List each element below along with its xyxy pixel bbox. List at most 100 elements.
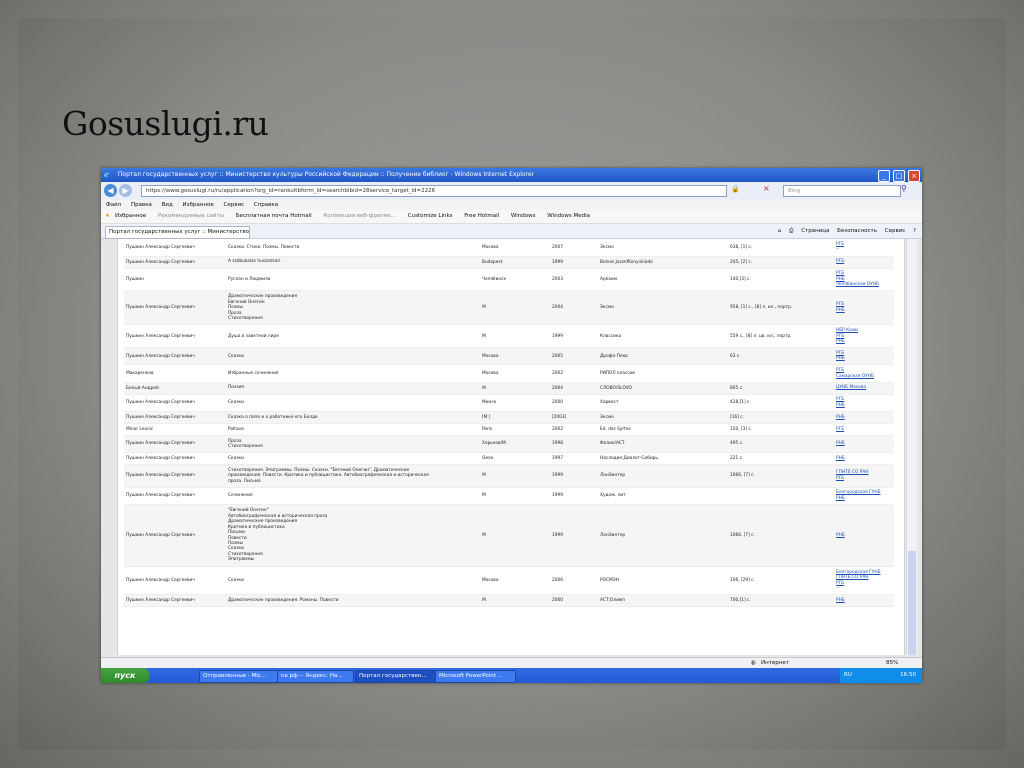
library-link[interactable]: ЦУНБ Москва [836, 385, 892, 391]
library-link[interactable]: РНБ [836, 441, 892, 447]
url-input[interactable]: https://www.gosuslugi.ru/ru/application?… [141, 185, 727, 197]
forward-icon[interactable]: ▶ [119, 184, 132, 197]
menu-view[interactable]: Вид [162, 202, 173, 208]
maximize-icon[interactable]: □ [893, 170, 906, 182]
print-icon[interactable]: ⎙ [789, 228, 793, 234]
cell-author: Пушкин Александр Сергеевич [124, 324, 226, 349]
task-yandex[interactable]: ne рф -- Яндекс: На... [277, 670, 354, 683]
cell-title: Сказки [226, 566, 480, 596]
menu-tools[interactable]: Сервис [224, 202, 245, 208]
menu-help[interactable]: Справка [254, 202, 278, 208]
cell-pages: 205, [2] с. [728, 256, 834, 269]
cell-libraries: РГБ РНБ Челябинская ОУНБ [834, 268, 894, 292]
library-link[interactable]: РНБ [836, 598, 892, 604]
title-line: проза. Письма [228, 478, 261, 484]
close-icon[interactable]: × [908, 170, 920, 182]
task-powerpoint[interactable]: Microsoft PowerPoint ... [435, 670, 516, 683]
title-line: Сказки [228, 578, 244, 583]
fav-windows[interactable]: Windows [511, 213, 536, 219]
cell-place: Челябинск [480, 268, 550, 292]
library-link[interactable]: РНБ [836, 496, 892, 502]
cell-publisher: СЛОВО/SLOVO [598, 382, 728, 395]
fav-hotmail[interactable]: Бесплатная почта Hotmail [236, 213, 312, 219]
favorites-bar: ★ Избранное Рекомендуемые сайты Бесплатна… [101, 210, 922, 224]
library-link[interactable]: РНБ [836, 456, 892, 462]
scrollbar-thumb[interactable] [908, 551, 916, 655]
title-line: Драматические произведения. Романы. Пове… [228, 598, 339, 604]
tray-lang[interactable]: RU [844, 672, 852, 678]
table-row: Пушкин Александр Сергеевич Сказки Москва 20… [124, 566, 894, 596]
cell-publisher: РИПОЛ классик [598, 364, 728, 383]
cell-year: 2002 [550, 364, 598, 383]
library-link[interactable]: Самарская ОУНБ [836, 374, 892, 380]
cell-author: Пушкин Александр Сергеевич [124, 435, 226, 454]
search-icon[interactable]: ⚲ [901, 184, 907, 193]
library-link[interactable]: РГБ [836, 259, 892, 265]
cell-title: Проза Стихотворения [226, 435, 480, 454]
table-row: Пушкин Александр Сергеевич "Евгений Онеги… [124, 504, 894, 568]
cell-publisher: Худож. лит [598, 487, 728, 506]
cell-author: Пушкин Александр Сергеевич [124, 504, 226, 568]
tab-active[interactable]: Портал государственных услуг :: Министер… [105, 226, 250, 239]
table-row: Пушкин Руслан и Людмила Челябинск 2003 Аркаи… [124, 268, 894, 292]
stop-icon[interactable]: × [763, 184, 770, 193]
title-line: Сочинения [228, 493, 253, 499]
globe-icon: ◍ [751, 660, 756, 666]
help-icon[interactable]: ? [913, 228, 916, 234]
library-link[interactable]: -- [836, 247, 892, 253]
cell-author: Пушкин Александр Сергеевич [124, 566, 226, 596]
zoom-level[interactable]: 85% [886, 658, 898, 668]
fav-suggested[interactable]: Рекомендуемые сайты [158, 213, 224, 219]
title-line: Сказки [228, 353, 244, 359]
lock-icon: 🔒 [731, 185, 740, 193]
fav-customize-links[interactable]: Customize Links [408, 213, 453, 219]
library-link[interactable]: РНБ [836, 308, 892, 314]
cell-year: 2000 [550, 394, 598, 412]
cell-author: Макаренков [124, 364, 226, 383]
table-row: Пушкин Александр Сергеевич Проза Стихотвор… [124, 435, 894, 454]
minimize-icon[interactable]: _ [878, 170, 891, 182]
title-line: Поэзия [228, 385, 244, 391]
library-link[interactable]: РГБ [836, 476, 892, 482]
library-link[interactable]: РГБ [836, 427, 892, 433]
home-icon[interactable]: ⌂ [778, 228, 782, 234]
cell-author: Пушкин Александр Сергеевич [124, 594, 226, 608]
tray-clock: 16:50 [900, 672, 916, 678]
fav-free-hotmail[interactable]: Free Hotmail [464, 213, 499, 219]
library-link[interactable]: РНБ [836, 339, 892, 345]
cell-title: Сказки [226, 452, 480, 466]
cmd-safety[interactable]: Безопасность [837, 228, 877, 234]
cell-author: Пушкин Александр Сергеевич [124, 239, 226, 257]
menu-bar: Файл Правка Вид Избранное Сервис Справка [101, 200, 922, 210]
scrollbar[interactable] [906, 239, 917, 655]
table-row: Пушкин Александр Сергеевич Сказки. Стихи.… [124, 239, 894, 257]
cell-year: [2003] [550, 411, 598, 424]
fav-webslices[interactable]: Коллекция веб-фрагме... [323, 213, 396, 219]
menu-file[interactable]: Файл [106, 202, 121, 208]
library-link[interactable]: РНБ [836, 403, 892, 409]
table-row: Пушкин Александр Сергеевич Сочинения М. 199… [124, 487, 894, 506]
menu-favorites[interactable]: Избранное [183, 202, 214, 208]
fav-windows-media[interactable]: Windows Media [547, 213, 590, 219]
library-link[interactable]: -- [836, 586, 892, 592]
library-link[interactable]: РНБ [836, 415, 892, 421]
title-line: Сказки [228, 400, 244, 406]
search-input[interactable]: Bing [783, 185, 901, 197]
cell-place: Москва [480, 364, 550, 383]
task-outlook[interactable]: Отправленные - Mic... [199, 670, 278, 683]
cell-title: Драматические произведения. Романы. Пове… [226, 594, 480, 608]
cell-place: Москва [480, 239, 550, 257]
fav-favorites[interactable]: Избранное [115, 213, 146, 219]
back-icon[interactable]: ◀ [104, 184, 117, 197]
menu-edit[interactable]: Правка [131, 202, 152, 208]
library-link[interactable]: РНБ [836, 533, 892, 539]
cmd-tools[interactable]: Сервис [885, 228, 906, 234]
task-portal[interactable]: Портал государствен... [355, 670, 436, 683]
library-link[interactable]: Челябинская ОУНБ [836, 282, 892, 288]
cmd-page[interactable]: Страница [801, 228, 829, 234]
cell-year: 1999 [550, 487, 598, 506]
library-link[interactable]: РНБ [836, 356, 892, 362]
start-button[interactable]: пуск [101, 668, 149, 683]
cell-author: Пушкин Александр Сергеевич [124, 394, 226, 412]
system-tray: RU 16:50 [840, 668, 922, 683]
